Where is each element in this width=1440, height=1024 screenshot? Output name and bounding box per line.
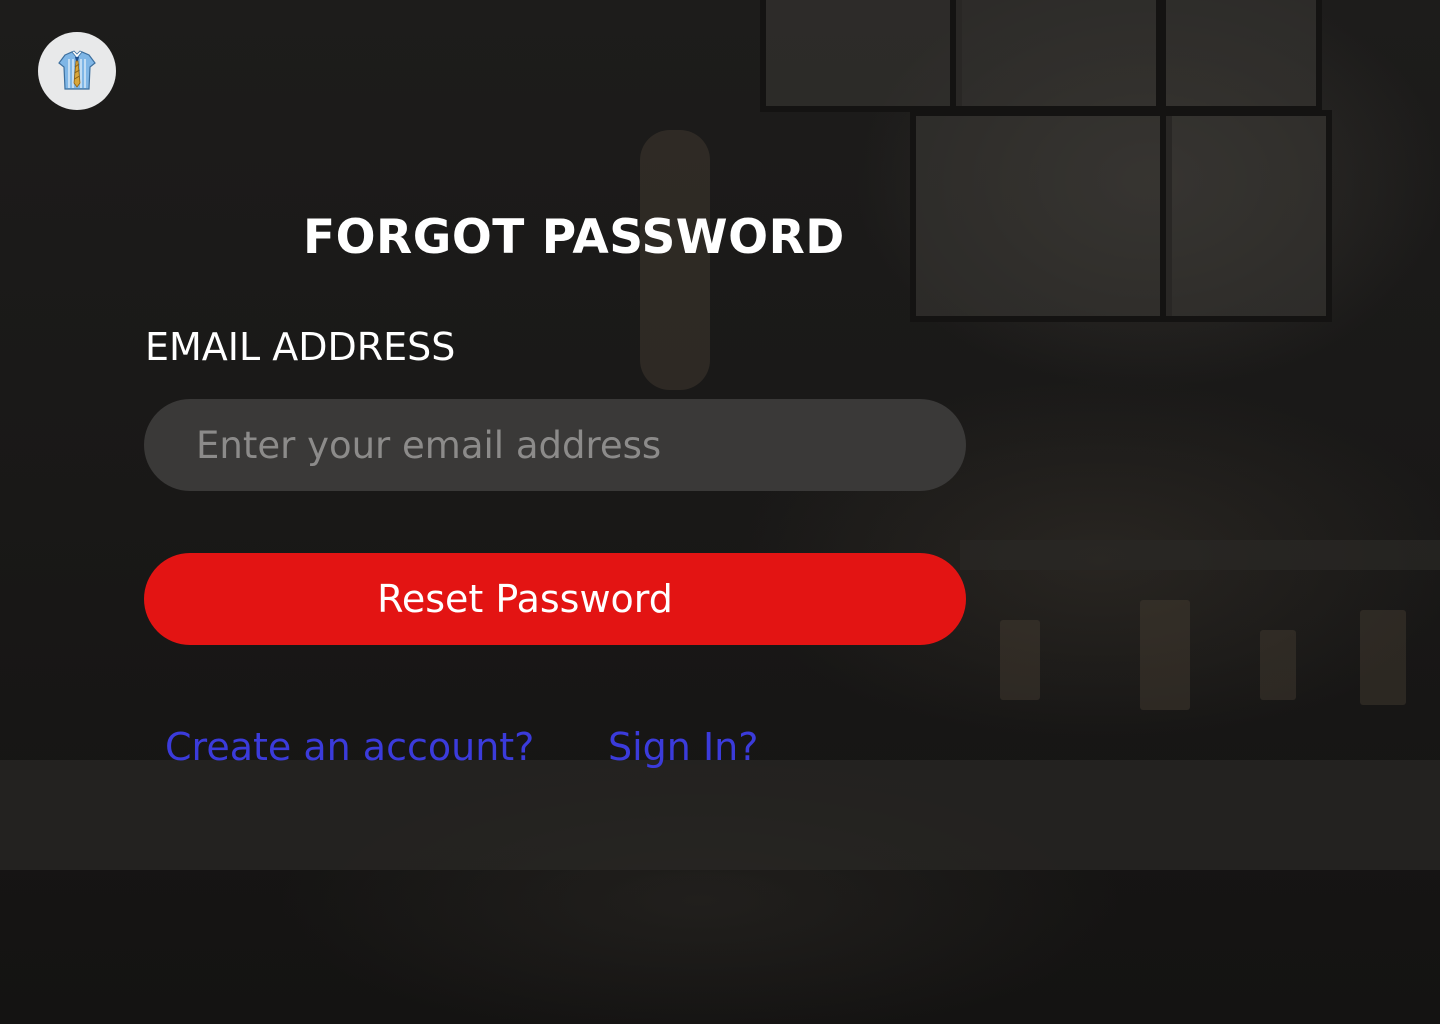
background-shelf: [960, 540, 1440, 570]
background-table: [0, 760, 1440, 870]
background-window: [1160, 110, 1332, 322]
background-window: [910, 110, 1172, 322]
create-account-link[interactable]: Create an account?: [165, 725, 534, 769]
background-window: [950, 0, 1162, 112]
sign-in-link[interactable]: Sign In?: [608, 725, 758, 769]
background-window: [760, 0, 962, 112]
shirt-tie-icon: [58, 50, 96, 90]
background-window: [1160, 0, 1322, 112]
forgot-password-page: FORGOT PASSWORD EMAIL ADDRESS Reset Pass…: [0, 0, 1440, 1024]
app-logo[interactable]: [38, 32, 116, 110]
email-field[interactable]: [144, 399, 966, 491]
email-label: EMAIL ADDRESS: [145, 325, 456, 369]
reset-password-button[interactable]: Reset Password: [144, 553, 966, 645]
workshop-background-image: [0, 0, 1440, 1024]
background-object: [1260, 630, 1296, 700]
background-object: [1140, 600, 1190, 710]
background-object: [1360, 610, 1406, 705]
page-title: FORGOT PASSWORD: [303, 210, 845, 265]
background-object: [1000, 620, 1040, 700]
